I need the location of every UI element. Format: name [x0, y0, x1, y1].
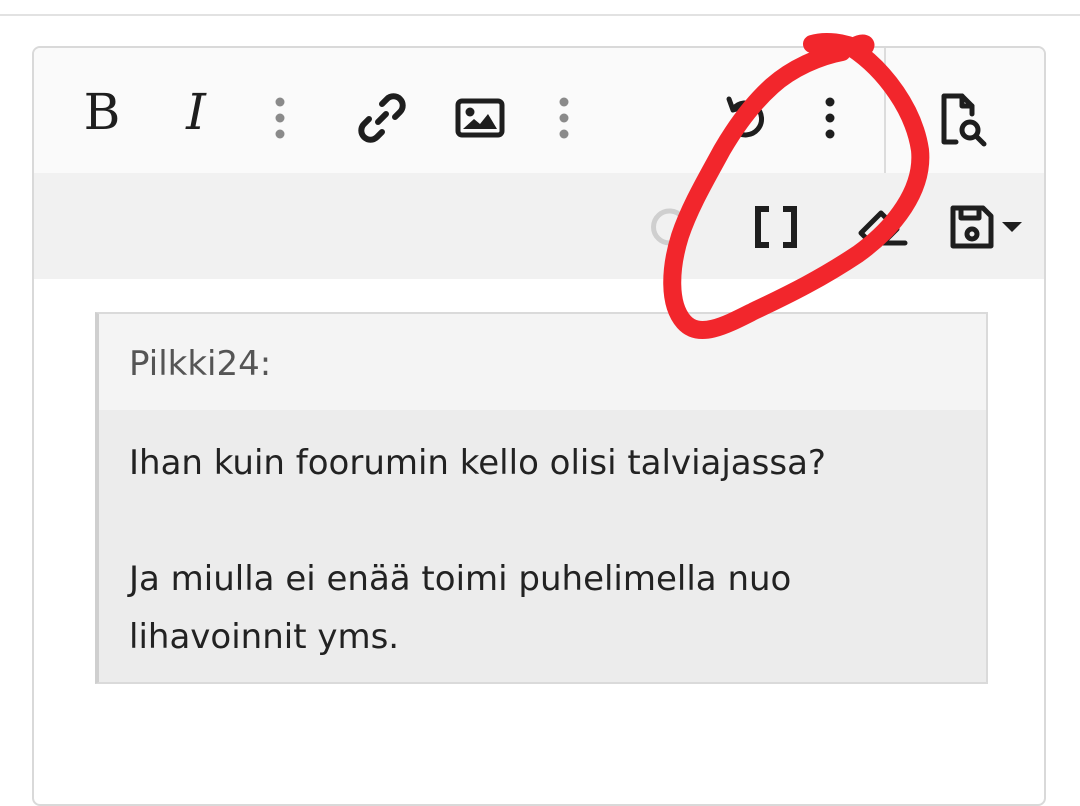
- more-options-button[interactable]: [810, 88, 850, 148]
- quote-content: Ihan kuin foorumin kello olisi talviajas…: [129, 434, 949, 666]
- quote-line: Ja miulla ei enää toimi puhelimella nuo …: [129, 559, 792, 657]
- redo-icon: [651, 208, 685, 246]
- vertical-dots-icon: [275, 97, 285, 139]
- preview-icon: [941, 93, 987, 147]
- remove-formatting-button[interactable]: [852, 199, 912, 255]
- brackets-icon: [755, 206, 797, 248]
- quote-line: Ihan kuin foorumin kello olisi talviajas…: [129, 443, 826, 483]
- image-icon: [455, 98, 505, 138]
- editor-toolbar-primary: B I: [34, 48, 1044, 173]
- vertical-dots-icon: [825, 97, 835, 139]
- quote-author: Pilkki24:: [129, 344, 272, 384]
- quote-header: Pilkki24:: [99, 314, 986, 410]
- bold-button[interactable]: B: [72, 82, 132, 142]
- redo-button[interactable]: [642, 199, 698, 255]
- drafts-menu-button[interactable]: [940, 199, 1032, 255]
- quoted-message: Pilkki24: Ihan kuin foorumin kello olisi…: [95, 312, 988, 684]
- toolbar-divider: [884, 48, 886, 173]
- link-icon: [358, 93, 406, 143]
- chevron-down-icon: [1002, 222, 1022, 232]
- top-divider: [0, 0, 1080, 16]
- italic-icon: I: [186, 83, 206, 141]
- message-editor: B I Pilkki24: Ihan kuin foorumin kello o…: [32, 46, 1046, 806]
- undo-icon: [726, 96, 765, 138]
- eraser-icon: [858, 210, 908, 246]
- preview-button[interactable]: [932, 88, 996, 152]
- more-text-options-button[interactable]: [260, 88, 300, 148]
- vertical-dots-icon: [559, 97, 569, 139]
- insert-link-button[interactable]: [350, 88, 414, 148]
- insert-image-button[interactable]: [448, 88, 512, 148]
- bold-icon: B: [83, 83, 121, 141]
- editor-toolbar-secondary: [34, 173, 1044, 279]
- italic-button[interactable]: I: [166, 82, 226, 142]
- more-insert-options-button[interactable]: [544, 88, 584, 148]
- bbcode-toggle-button[interactable]: [746, 199, 806, 255]
- undo-button[interactable]: [714, 88, 778, 148]
- save-icon: [950, 205, 994, 249]
